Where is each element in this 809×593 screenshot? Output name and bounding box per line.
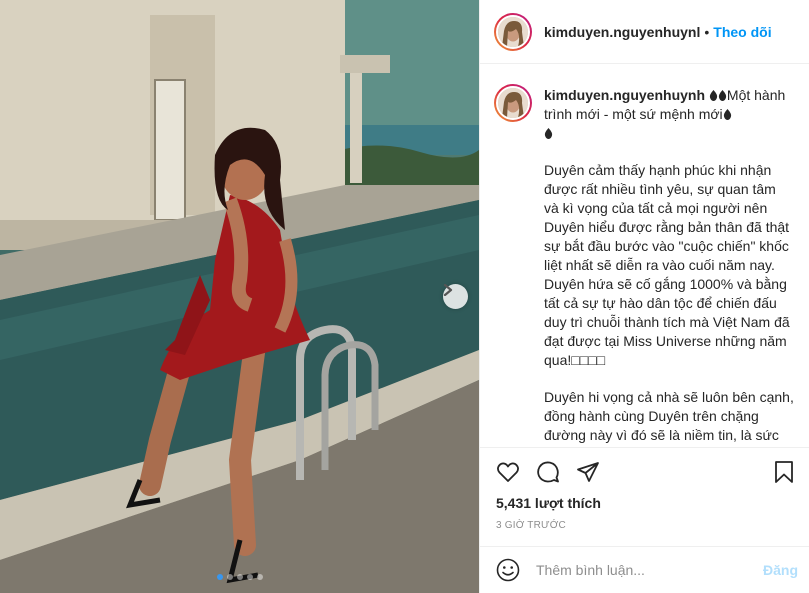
avatar-image xyxy=(498,16,528,47)
caption-paragraph: Duyên hi vọng cả nhà sẽ luôn bên cạnh, đ… xyxy=(544,389,794,443)
caption: kimduyen.nguyenhuynh Một hành trình mới … xyxy=(494,84,794,446)
follow-button[interactable]: Theo dõi xyxy=(713,24,771,40)
comment-icon[interactable] xyxy=(536,460,560,484)
add-comment-bar: Đăng xyxy=(480,546,809,593)
drop-icon xyxy=(544,128,553,139)
avatar[interactable] xyxy=(494,84,532,122)
comment-input[interactable] xyxy=(536,562,763,578)
share-icon[interactable] xyxy=(576,460,600,484)
drop-icon xyxy=(718,90,727,101)
post-photo-illustration xyxy=(0,0,479,593)
carousel-dot xyxy=(236,574,243,580)
caption-emoji-placeholder: □□□□ xyxy=(571,352,606,368)
carousel-indicator xyxy=(0,574,479,580)
carousel-dot xyxy=(256,574,263,580)
caption-author-username[interactable]: kimduyen.nguyenhuynh xyxy=(544,87,705,103)
carousel-dot xyxy=(226,574,233,580)
chevron-right-icon xyxy=(443,284,453,296)
post-sidebar: kimduyen.nguyenhuynl • Theo dõi kimduyen… xyxy=(479,0,809,593)
post-actions: 5,431 lượt thích 3 giờ trước xyxy=(480,447,809,531)
avatar-image xyxy=(498,88,528,118)
separator-dot: • xyxy=(704,23,710,40)
like-count[interactable]: 5,431 lượt thích xyxy=(496,495,796,511)
drop-icon xyxy=(709,90,718,101)
avatar[interactable] xyxy=(494,12,532,51)
post-comment-button[interactable]: Đăng xyxy=(763,562,798,578)
emoji-icon[interactable] xyxy=(496,558,520,582)
bookmark-icon[interactable] xyxy=(772,460,796,484)
post-timestamp[interactable]: 3 giờ trước xyxy=(496,520,796,531)
caption-paragraph: Duyên cảm thấy hạnh phúc khi nhận được r… xyxy=(544,161,794,370)
post-header: kimduyen.nguyenhuynl • Theo dõi xyxy=(480,0,809,64)
carousel-dot xyxy=(246,574,253,580)
drop-icon xyxy=(723,109,731,120)
heart-icon[interactable] xyxy=(496,460,520,484)
carousel-dot xyxy=(216,574,223,580)
post-author-username[interactable]: kimduyen.nguyenhuynl xyxy=(544,24,700,40)
post-photo[interactable] xyxy=(0,0,479,593)
comments-area[interactable]: kimduyen.nguyenhuynh Một hành trình mới … xyxy=(480,64,809,446)
next-photo-button[interactable] xyxy=(443,284,468,309)
caption-paragraph-text: Duyên cảm thấy hạnh phúc khi nhận được r… xyxy=(544,162,794,368)
